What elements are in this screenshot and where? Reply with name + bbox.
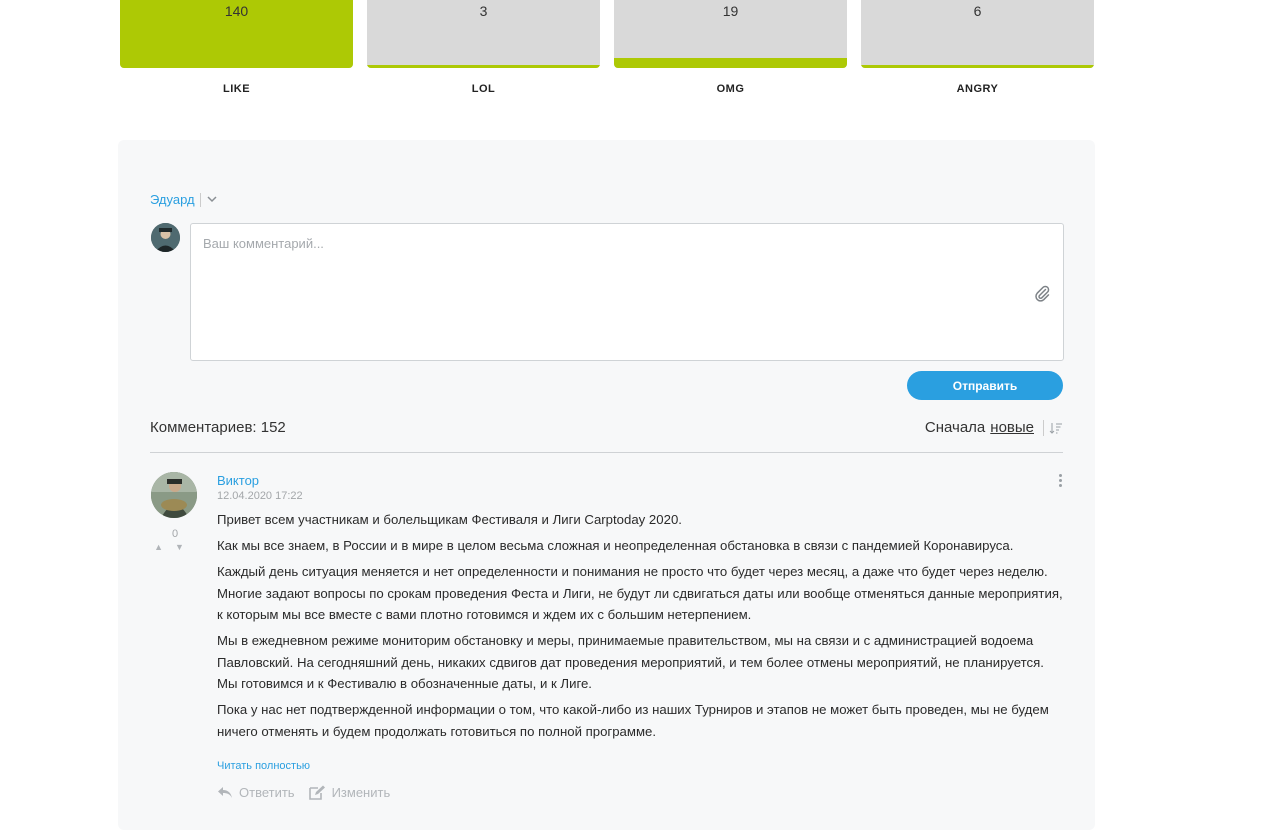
comment-paragraph: Пока у нас нет подтвержденной информации… — [217, 702, 1049, 739]
sort-control: Сначала новые — [925, 419, 1063, 436]
reaction-fill — [861, 65, 1094, 68]
chevron-down-icon[interactable] — [207, 196, 217, 203]
sort-prefix: Сначала — [924, 419, 986, 436]
reaction-bar[interactable]: 6 — [861, 0, 1094, 68]
comment-input[interactable] — [201, 234, 1045, 348]
comment-author[interactable]: Виктор — [217, 473, 259, 488]
reaction-count: 140 — [224, 3, 249, 19]
author-avatar-icon — [151, 472, 197, 518]
vote-control: 0 ▲▼ — [152, 528, 198, 552]
downvote-icon[interactable]: ▼ — [175, 542, 196, 552]
reaction-count: 3 — [479, 3, 488, 19]
comment-input-box[interactable] — [190, 223, 1064, 361]
avatar — [151, 223, 180, 252]
send-button[interactable]: Отправить — [907, 371, 1063, 400]
comment-body: Привет всем участникам и болельщикам Фес… — [217, 509, 1067, 747]
comment-actions: Ответить Изменить — [217, 785, 404, 800]
more-options-icon[interactable] — [1057, 474, 1063, 488]
sort-icon[interactable] — [1049, 422, 1063, 434]
reaction-label: LOL — [471, 83, 496, 95]
reaction-label: LIKE — [222, 83, 251, 95]
separator — [199, 192, 201, 207]
reaction-fill — [614, 58, 847, 68]
comment-avatar[interactable] — [151, 472, 197, 518]
reply-icon — [218, 787, 232, 798]
comment-date: 12.04.2020 17:22 — [217, 490, 303, 502]
reaction-label: ANGRY — [956, 83, 999, 95]
upvote-icon[interactable]: ▲ — [154, 542, 175, 552]
reaction-bar[interactable]: 140 — [120, 0, 353, 68]
reactions-bar: 140 LIKE 3 LOL 19 OMG 6 ANGRY — [120, 0, 1094, 100]
reaction-label: OMG — [716, 83, 745, 95]
edit-button[interactable]: Изменить — [308, 785, 391, 800]
comment-paragraph: Как мы все знаем, в России и в мире в це… — [217, 538, 1014, 553]
comments-panel: Эдуард Отправить Комментариев: 152 Снача… — [118, 140, 1095, 830]
vote-count: 0 — [171, 528, 179, 540]
reaction-omg[interactable]: 19 OMG — [614, 0, 847, 95]
reaction-angry[interactable]: 6 ANGRY — [861, 0, 1094, 95]
user-avatar-icon — [151, 223, 180, 252]
comment-paragraph: Привет всем участникам и болельщикам Фес… — [217, 512, 682, 527]
user-selector[interactable]: Эдуард — [150, 192, 217, 207]
reaction-count: 6 — [973, 3, 982, 19]
read-more-link[interactable]: Читать полностью — [217, 760, 310, 772]
comment-paragraph: Каждый день ситуация меняется и нет опре… — [217, 564, 1063, 622]
reaction-bar[interactable]: 19 — [614, 0, 847, 68]
comments-count: Комментариев: 152 — [150, 419, 286, 436]
edit-label: Изменить — [331, 785, 391, 800]
reply-button[interactable]: Ответить — [217, 785, 295, 800]
separator — [1043, 419, 1044, 436]
divider — [150, 452, 1063, 453]
reaction-count: 19 — [722, 3, 739, 19]
edit-icon — [308, 785, 325, 800]
reply-label: Ответить — [239, 785, 295, 800]
paperclip-icon[interactable] — [1033, 284, 1051, 302]
comment-paragraph: Мы в ежедневном режиме мониторим обстано… — [217, 633, 1044, 691]
reaction-like[interactable]: 140 LIKE — [120, 0, 353, 95]
user-name[interactable]: Эдуард — [150, 192, 195, 207]
reaction-fill — [367, 65, 600, 68]
reaction-lol[interactable]: 3 LOL — [367, 0, 600, 95]
reaction-bar[interactable]: 3 — [367, 0, 600, 68]
sort-order-link[interactable]: новые — [990, 419, 1034, 436]
